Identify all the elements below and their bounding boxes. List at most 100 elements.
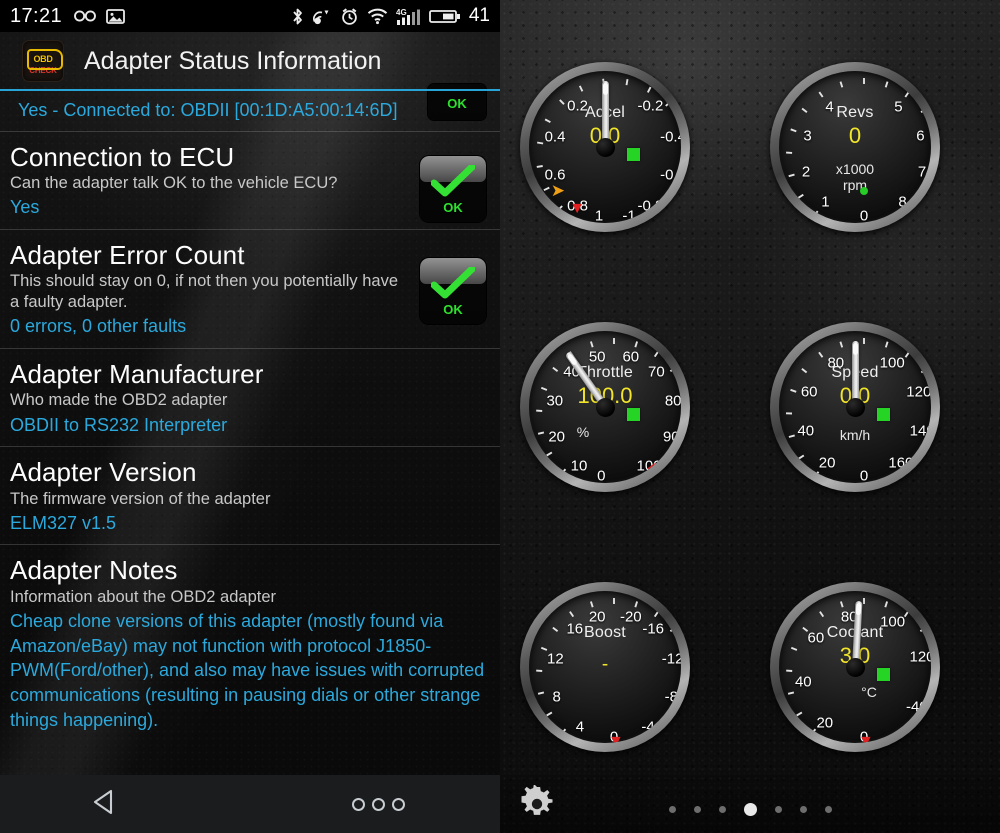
overflow-menu-icon	[352, 797, 365, 811]
list-item-value: 0 errors, 0 other faults	[10, 316, 187, 337]
list-item[interactable]: Adapter Error Count This should stay on …	[0, 230, 500, 348]
gauge-tick-label: 4	[575, 718, 585, 736]
check-icon	[431, 165, 475, 197]
connection-banner-text: Yes - Connected to: OBDII [00:1D:A5:00:1…	[18, 100, 398, 120]
accent-divider	[0, 89, 500, 91]
gauge-hub	[595, 138, 615, 157]
status-bar: 17:21 4G 41	[0, 0, 500, 32]
gauge-unit-secondary: rpm	[842, 177, 868, 193]
gauge-value: -	[601, 654, 609, 675]
list-item-subtitle: Can the adapter talk OK to the vehicle E…	[10, 174, 338, 193]
page-indicator-dot[interactable]	[668, 806, 676, 813]
battery-percent: 41	[468, 5, 490, 26]
gauge-status-indicator	[627, 148, 640, 161]
gauge-tick-label: -1	[622, 207, 636, 223]
battery-icon	[428, 8, 461, 25]
bluetooth-icon	[291, 7, 304, 26]
gauge-hub	[845, 398, 865, 417]
gauge-tick-label: 90	[662, 428, 680, 446]
wifi-icon	[367, 8, 388, 25]
infinity-icon	[73, 8, 97, 24]
page-indicator-dot[interactable]	[799, 806, 807, 813]
page-indicator-dot[interactable]	[693, 806, 701, 813]
status-badge-label: OK	[447, 96, 467, 111]
gauge-status-indicator	[860, 187, 868, 195]
status-bar-right-icons: 4G 41	[291, 5, 490, 27]
gauge-boost[interactable]: 0 4 8 12 16 20 -20 -16 -12 -8 -4 Boost - ▼	[520, 582, 690, 752]
gauge-unit: %	[576, 424, 590, 440]
gauge-dial: 0 1 2 3 4 5 6 7 8 Revs 0 x1000 rpm	[779, 71, 931, 223]
back-button[interactable]	[90, 787, 120, 822]
overflow-menu-icon	[392, 797, 405, 811]
gauge-tick-label: 0	[859, 207, 869, 224]
page-indicator-dot[interactable]	[824, 806, 832, 813]
android-nav-bar	[0, 775, 500, 833]
connection-banner-row[interactable]: Yes - Connected to: OBDII [00:1D:A5:00:1…	[0, 84, 500, 131]
svg-text:4G: 4G	[396, 8, 407, 17]
gauge-tick-label: 8	[898, 193, 907, 211]
list-item[interactable]: Adapter Notes Information about the OBD2…	[0, 545, 500, 741]
check-icon	[431, 267, 475, 299]
gauge-tick-label: -4	[641, 718, 655, 736]
page-indicator-dot[interactable]	[774, 806, 782, 813]
gauge-accel[interactable]: 0.20.40.60.81-1-0.8-0.6-0.4-0.2Accel0.0▼…	[520, 62, 690, 232]
gauge-title: Throttle	[577, 364, 633, 381]
app-bar: OBD CHECK Adapter Status Information	[0, 32, 500, 90]
gauge-status-indicator	[877, 408, 890, 421]
gauge-hub	[595, 398, 615, 417]
gauge-tick-label: 8	[552, 688, 561, 706]
gauge-tick-label: 1	[594, 207, 604, 223]
gauge-peak-marker-icon: ▼	[569, 200, 586, 218]
gauge-tick-label: 0	[859, 467, 869, 484]
gauge-tick-label: 10	[570, 457, 588, 475]
list-item-value: ELM327 v1.5	[10, 512, 117, 533]
list-item-title: Adapter Version	[10, 457, 197, 488]
list-item-title: Adapter Error Count	[10, 240, 245, 271]
list-item-value: Cheap clone versions of this adapter (mo…	[10, 610, 485, 731]
gauge-tick-label: 160	[888, 454, 914, 472]
gauge-tick-label: 0	[597, 467, 606, 483]
gauge-status-indicator	[627, 408, 640, 421]
list-item-subtitle: The firmware version of the adapter	[10, 489, 271, 508]
status-badge[interactable]: OK	[420, 156, 486, 222]
list-item[interactable]: Connection to ECU Can the adapter talk O…	[0, 132, 500, 229]
gauge-unit: °C	[861, 684, 877, 700]
overflow-menu-icon	[372, 797, 385, 811]
status-badge-label: OK	[443, 302, 463, 318]
gauge-throttle[interactable]: 0 10 20 30 40 50 60 70 80 90 100 Throttle 100.0% ▼	[520, 322, 690, 492]
photo-icon	[106, 8, 125, 25]
list-item-title: Adapter Notes	[10, 555, 178, 586]
gauge-coolant[interactable]: 020406080100120-40Coolant3.0°C▼	[770, 582, 940, 752]
cellular-4g-icon: 4G	[396, 7, 421, 26]
list-item-subtitle: Who made the OBD2 adapter	[10, 391, 228, 410]
gauge-revs[interactable]: 0 1 2 3 4 5 6 7 8 Revs 0 x1000 rpm	[770, 62, 940, 232]
back-triangle-icon	[93, 789, 113, 814]
status-bar-left-icons	[73, 8, 125, 25]
list-item-value: Yes	[10, 197, 40, 218]
list-item-title: Adapter Manufacturer	[10, 359, 264, 390]
overflow-menu-button[interactable]	[352, 797, 405, 811]
dashboard-bottom-bar	[500, 775, 1000, 833]
gauge-hub	[845, 658, 865, 677]
page-indicator-dot[interactable]	[743, 803, 757, 816]
location-icon	[312, 7, 332, 26]
list-item[interactable]: Adapter Manufacturer Who made the OBD2 a…	[0, 349, 500, 446]
adapter-status-panel: 17:21 4G 41 OBD CHECK Adapter Status Inf…	[0, 0, 500, 833]
list-item[interactable]: Adapter Version The firmware version of …	[0, 447, 500, 544]
list-item-title: Connection to ECU	[10, 142, 235, 172]
gauge-value: 0	[848, 123, 862, 148]
gauge-speed[interactable]: 020406080100120140160Speed0.0km/h	[770, 322, 940, 492]
status-badge[interactable]: OK	[420, 258, 486, 325]
page-title: Adapter Status Information	[84, 46, 382, 75]
page-indicator[interactable]	[500, 803, 1000, 816]
alarm-icon	[340, 7, 359, 26]
gauge-dial: 0.20.40.60.81-1-0.8-0.6-0.4-0.2Accel0.0▼…	[529, 71, 681, 223]
status-badge-label: OK	[443, 200, 463, 215]
dashboard-panel: 0.20.40.60.81-1-0.8-0.6-0.4-0.2Accel0.0▼…	[500, 0, 1000, 833]
gauge-dial: 0 10 20 30 40 50 60 70 80 90 100 Throttle 100.0% ▼	[529, 331, 681, 483]
list-item-value: OBDII to RS232 Interpreter	[10, 414, 228, 435]
status-bar-clock: 17:21	[10, 4, 63, 27]
page-indicator-dot[interactable]	[718, 806, 726, 813]
gauge-title: Boost	[584, 624, 626, 641]
gauge-unit: x1000	[835, 161, 875, 177]
